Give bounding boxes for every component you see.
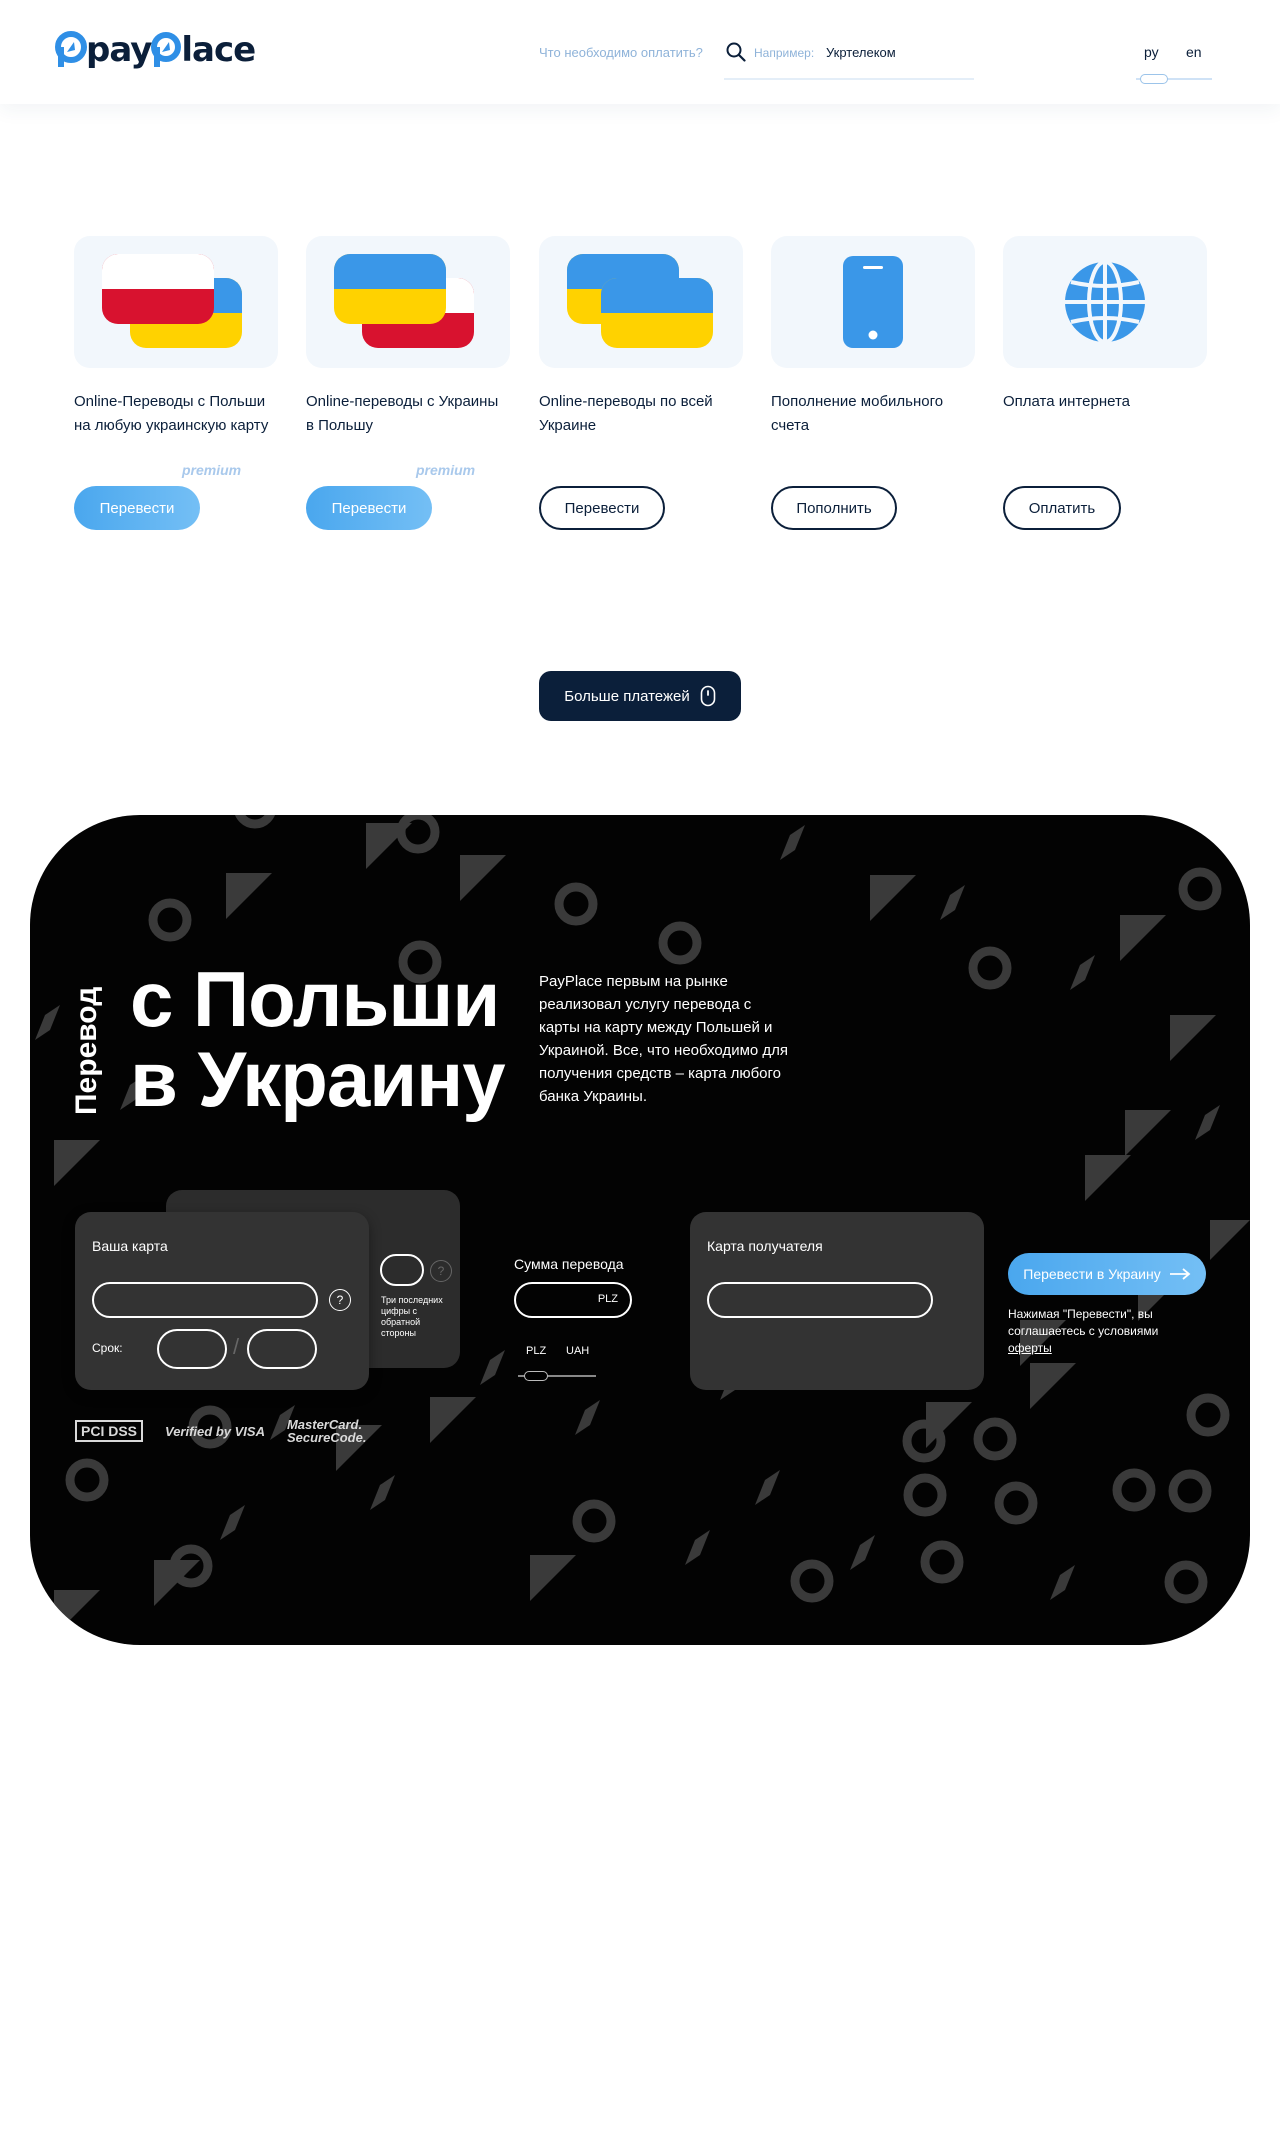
pci-dss-logo: PCI DSS — [75, 1420, 144, 1442]
service-card-ua-ua[interactable]: Online-переводы по всей Украине — [539, 236, 743, 438]
flags-pl-ua-icon — [74, 236, 278, 368]
mouse-icon — [700, 685, 716, 707]
amount-currency: PLZ — [597, 1293, 618, 1305]
send-to-ukraine-button[interactable]: Перевести в Украину — [1008, 1253, 1206, 1295]
expiry-year-input[interactable] — [247, 1329, 317, 1369]
service-title: Online-переводы по всей Украине — [539, 393, 713, 434]
recipient-card-label: Карта получателя — [707, 1238, 823, 1254]
search-input[interactable]: Например: Укртелеком — [724, 38, 974, 80]
lang-en[interactable]: en — [1186, 44, 1202, 60]
header: pay lace Что необходимо оплатить? Наприм… — [0, 0, 1280, 104]
search-icon — [726, 42, 746, 62]
search-value: Укртелеком — [826, 45, 896, 60]
service-card-internet[interactable]: Оплата интернета — [1003, 236, 1207, 414]
service-title: Online-переводы с Украины в Польшу — [306, 393, 499, 434]
headline-to: в Украину — [130, 1035, 506, 1123]
card-number-input[interactable] — [92, 1282, 318, 1318]
transfer-description: PayPlace первым на рынке реализовал услу… — [539, 973, 789, 1105]
lang-ru[interactable]: ру — [1144, 44, 1159, 60]
headline-from: с Польши — [130, 955, 500, 1043]
amount-label: Сумма перевода — [514, 1256, 624, 1272]
premium-badge: premium — [182, 462, 242, 478]
more-payments-label: Больше платежей — [564, 687, 690, 705]
logo-text-a: pay — [86, 30, 152, 70]
service-card-pl-ua[interactable]: Online-Переводы с Польши на любую украин… — [74, 236, 278, 438]
topup-button[interactable]: Пополнить — [771, 486, 897, 530]
logo[interactable]: pay lace — [54, 30, 256, 70]
expiry-label: Срок: — [92, 1341, 123, 1355]
service-title: Online-Переводы с Польши на любую украин… — [74, 393, 269, 434]
service-title: Оплата интернета — [1003, 393, 1130, 410]
transfer-button[interactable]: Перевести — [306, 486, 432, 530]
logo-pin-icon — [151, 32, 182, 67]
flags-ua-ua-icon — [539, 236, 743, 368]
agreement-text: Нажимая "Перевести", вы соглашаетесь с у… — [1008, 1307, 1159, 1338]
currency-option-plz[interactable]: PLZ — [526, 1345, 546, 1357]
cvv-note: Три последних цифры с обратной стороны — [381, 1295, 443, 1338]
your-card-label: Ваша карта — [92, 1238, 168, 1254]
agreement-note: Нажимая "Перевести", вы соглашаетесь с у… — [1008, 1306, 1188, 1357]
logo-text-b: lace — [181, 30, 256, 70]
search-prompt: Что необходимо оплатить? — [539, 45, 703, 60]
transfer-button[interactable]: Перевести — [539, 486, 665, 530]
flags-ua-pl-icon — [306, 236, 510, 368]
offer-link[interactable]: оферты — [1008, 1341, 1052, 1355]
search-hint: Например: — [754, 46, 815, 60]
currency-option-uah[interactable]: UAH — [566, 1345, 589, 1357]
currency-switch-thumb[interactable] — [524, 1371, 548, 1381]
send-label: Перевести в Украину — [1023, 1266, 1161, 1282]
lang-switch-thumb[interactable] — [1140, 74, 1168, 84]
pay-button[interactable]: Оплатить — [1003, 486, 1121, 530]
service-card-ua-pl[interactable]: Online-переводы с Украины в Польшу — [306, 236, 510, 438]
recipient-card-input[interactable] — [707, 1282, 933, 1318]
cvv-help-icon[interactable]: ? — [430, 1260, 452, 1282]
arrow-right-icon — [1169, 1268, 1191, 1280]
cvv-input[interactable] — [380, 1254, 424, 1286]
mastercard-securecode-logo: MasterCard. SecureCode. — [286, 1417, 367, 1445]
more-payments-button[interactable]: Больше платежей — [539, 671, 741, 721]
amount-input[interactable]: PLZ — [514, 1282, 632, 1318]
card-help-icon[interactable]: ? — [329, 1289, 351, 1311]
verified-by-visa-logo: Verified by VISA — [165, 1423, 265, 1439]
service-card-mobile[interactable]: Пополнение мобильного счета — [771, 236, 975, 438]
expiry-month-input[interactable] — [157, 1329, 227, 1369]
globe-icon — [1003, 236, 1207, 368]
transfer-button[interactable]: Перевести — [74, 486, 200, 530]
security-logos: PCI DSS Verified by VISA MasterCard. Sec… — [75, 1417, 367, 1445]
transfer-vertical-label: Перевод — [70, 986, 103, 1115]
mobile-phone-icon — [771, 236, 975, 368]
service-title: Пополнение мобильного счета — [771, 393, 944, 434]
premium-badge: premium — [416, 462, 476, 478]
expiry-separator: / — [233, 1334, 240, 1359]
logo-p-icon — [55, 31, 87, 67]
